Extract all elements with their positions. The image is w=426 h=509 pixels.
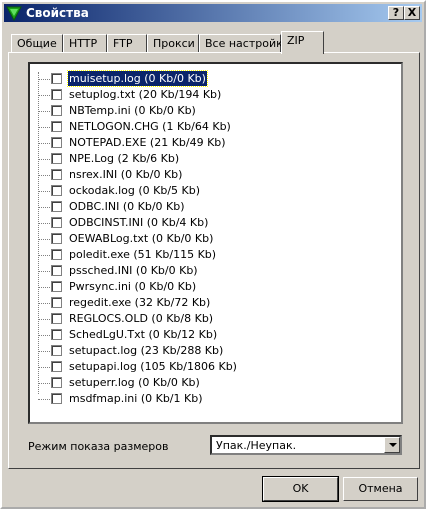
item-checkbox[interactable] <box>51 233 62 244</box>
item-checkbox[interactable] <box>51 137 62 148</box>
tree-branch <box>38 351 50 352</box>
item-label: setuperr.log (0 Kb/0 Kb) <box>69 376 200 389</box>
item-checkbox[interactable] <box>51 153 62 164</box>
tab-all-settings[interactable]: Все настройки <box>199 34 290 53</box>
item-label: SchedLgU.Txt (0 Kb/12 Kb) <box>69 328 218 341</box>
item-label: setuplog.txt (20 Kb/194 Kb) <box>69 88 222 101</box>
tree-branch <box>38 319 50 320</box>
tab-general[interactable]: Общие <box>11 34 63 53</box>
tree-branch <box>38 271 50 272</box>
tab-zip[interactable]: ZIP <box>281 31 324 54</box>
tree-branch <box>38 207 50 208</box>
tree-branch <box>38 79 50 80</box>
tab-ftp[interactable]: FTP <box>107 34 147 53</box>
size-mode-value: Упак./Неупак. <box>216 439 297 452</box>
item-label: NETLOGON.CHG (1 Kb/64 Kb) <box>69 120 231 133</box>
chevron-down-icon[interactable] <box>384 437 400 453</box>
title-bar[interactable]: Свойства ? X <box>4 4 422 22</box>
item-label: pssched.INI (0 Kb/0 Kb) <box>69 264 198 277</box>
item-label: REGLOCS.OLD (0 Kb/8 Kb) <box>69 312 214 325</box>
item-label: setupact.log (23 Kb/288 Kb) <box>69 344 224 357</box>
item-checkbox[interactable] <box>51 169 62 180</box>
tree-branch <box>38 159 50 160</box>
item-label: msdfmap.ini (0 Kb/1 Kb) <box>69 392 203 405</box>
item-checkbox[interactable] <box>51 89 62 100</box>
item-checkbox[interactable] <box>51 249 62 260</box>
app-icon <box>6 6 22 21</box>
item-label: setupapi.log (105 Kb/1806 Kb) <box>69 360 237 373</box>
item-checkbox[interactable] <box>51 73 62 84</box>
item-checkbox[interactable] <box>51 361 62 372</box>
tab-http[interactable]: HTTP <box>63 34 107 53</box>
ok-button[interactable]: OK <box>262 476 339 502</box>
item-label: ockodak.log (0 Kb/5 Kb) <box>69 184 201 197</box>
size-mode-select[interactable]: Упак./Неупак. <box>210 435 402 455</box>
tree-branch <box>38 191 50 192</box>
item-label: ODBC.INI (0 Kb/0 Kb) <box>69 200 185 213</box>
item-label: muisetup.log (0 Kb/0 Kb) <box>67 70 208 87</box>
properties-dialog: Свойства ? X Общие HTTP FTP Прокси Все н… <box>0 0 426 509</box>
item-checkbox[interactable] <box>51 105 62 116</box>
tree-branch <box>38 287 50 288</box>
item-label: ODBCINST.INI (0 Kb/4 Kb) <box>69 216 209 229</box>
tree-branch <box>38 367 50 368</box>
item-checkbox[interactable] <box>51 313 62 324</box>
item-checkbox[interactable] <box>51 185 62 196</box>
tree-branch <box>38 127 50 128</box>
item-checkbox[interactable] <box>51 281 62 292</box>
item-checkbox[interactable] <box>51 329 62 340</box>
help-button[interactable]: ? <box>388 6 404 20</box>
item-label: Pwrsync.ini (0 Kb/0 Kb) <box>69 280 197 293</box>
tree-branch <box>38 255 50 256</box>
item-label: NOTEPAD.EXE (21 Kb/49 Kb) <box>69 136 226 149</box>
close-button[interactable]: X <box>404 6 420 20</box>
item-label: OEWABLog.txt (0 Kb/0 Kb) <box>69 232 214 245</box>
tree-branch <box>38 303 50 304</box>
tree-connector <box>38 72 39 394</box>
item-checkbox[interactable] <box>51 393 62 404</box>
item-checkbox[interactable] <box>51 345 62 356</box>
tree-branch <box>38 175 50 176</box>
cancel-button[interactable]: Отмена <box>343 477 418 501</box>
item-checkbox[interactable] <box>51 377 62 388</box>
item-checkbox[interactable] <box>51 297 62 308</box>
item-label: NBTemp.ini (0 Kb/0 Kb) <box>69 104 196 117</box>
item-checkbox[interactable] <box>51 265 62 276</box>
item-checkbox[interactable] <box>51 121 62 132</box>
tree-branch <box>38 95 50 96</box>
item-label: poledit.exe (51 Kb/115 Kb) <box>69 248 217 261</box>
tree-branch <box>38 399 50 400</box>
tree-branch <box>38 223 50 224</box>
tab-proxy[interactable]: Прокси <box>147 34 199 53</box>
tree-branch <box>38 239 50 240</box>
file-list[interactable]: muisetup.log (0 Kb/0 Kb) setuplog.txt (20… <box>28 62 403 424</box>
tree-branch <box>38 143 50 144</box>
tree-branch <box>38 111 50 112</box>
size-mode-label: Режим показа размеров <box>28 440 169 453</box>
item-checkbox[interactable] <box>51 217 62 228</box>
item-label: NPE.Log (2 Kb/6 Kb) <box>69 152 180 165</box>
item-label: regedit.exe (32 Kb/72 Kb) <box>69 296 211 309</box>
tree-branch <box>38 383 50 384</box>
window-title: Свойства <box>26 6 89 20</box>
item-checkbox[interactable] <box>51 201 62 212</box>
tree-branch <box>38 335 50 336</box>
tab-strip: Общие HTTP FTP Прокси Все настройки ZIP <box>8 31 418 54</box>
item-label: nsrex.INI (0 Kb/0 Kb) <box>69 168 183 181</box>
